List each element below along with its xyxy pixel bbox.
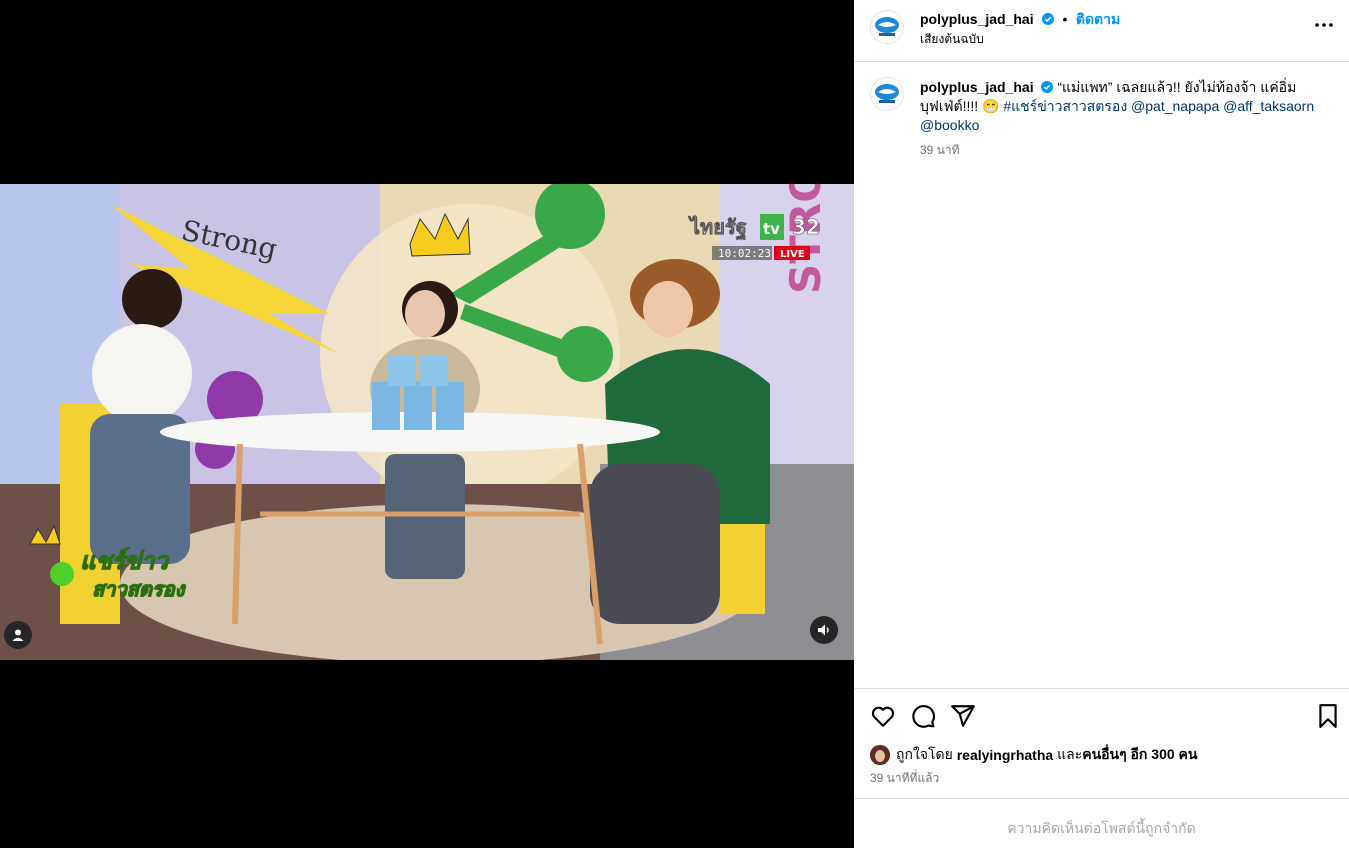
tagged-users-button[interactable]: [4, 621, 32, 649]
mention-link[interactable]: @bookko: [920, 117, 979, 133]
video-player[interactable]: Strong STRON ไทยรัฐ tv 32 10:02:23 LIVE …: [0, 184, 854, 660]
polyplus-logo-icon: [875, 17, 899, 36]
post-panel: polyplus_jad_hai • ติดตาม เสียงต้นฉบับ p…: [854, 0, 1349, 848]
caption-username[interactable]: polyplus_jad_hai: [920, 79, 1034, 95]
liked-by-and: และ: [1057, 746, 1083, 762]
like-heart-icon[interactable]: [870, 703, 896, 729]
verified-badge-icon: [1042, 13, 1055, 25]
comment-icon[interactable]: [910, 703, 936, 729]
separator-dot: •: [1062, 11, 1068, 27]
comments-limited-notice: ความคิดเห็นต่อโพสต์นี้ถูกจำกัด: [854, 798, 1349, 849]
author-avatar[interactable]: [870, 10, 904, 44]
verified-badge-icon: [1041, 81, 1054, 93]
liker-avatar[interactable]: [870, 745, 890, 765]
save-bookmark-icon[interactable]: [1315, 703, 1341, 729]
wall-text-2: STRON: [781, 184, 830, 294]
liker-avatar-image: [870, 745, 890, 765]
more-options-icon[interactable]: [1313, 14, 1335, 36]
caption-avatar[interactable]: [870, 77, 904, 111]
polyplus-logo-icon: [875, 84, 899, 103]
share-send-icon[interactable]: [950, 703, 976, 729]
caption-time[interactable]: 39 นาที: [920, 141, 1320, 160]
user-icon: [12, 629, 24, 641]
post-timestamp[interactable]: 39 นาทีที่แล้ว: [870, 769, 939, 788]
follow-button[interactable]: ติดตาม: [1076, 11, 1120, 27]
mention-link[interactable]: @aff_taksaorn: [1223, 98, 1314, 114]
post-caption: polyplus_jad_hai “แม่แพท” เฉลยแล้ว!! ยัง…: [920, 78, 1320, 160]
liked-by: ถูกใจโดย realyingrhatha และ คนอื่นๆ อีก …: [870, 744, 1197, 766]
video-frame: Strong STRON ไทยรัฐ tv 32 10:02:23 LIVE …: [0, 184, 854, 660]
hashtag-link[interactable]: #แชร์ข่าวสาวสตรอง: [1003, 98, 1127, 114]
liked-by-user[interactable]: realyingrhatha: [957, 747, 1053, 763]
speaker-icon: [818, 624, 829, 636]
author-username[interactable]: polyplus_jad_hai: [920, 11, 1034, 27]
audio-label[interactable]: เสียงต้นฉบับ: [920, 30, 984, 49]
mention-link[interactable]: @pat_napapa: [1131, 98, 1219, 114]
action-bar: ถูกใจโดย realyingrhatha และ คนอื่นๆ อีก …: [854, 688, 1349, 799]
media-viewer: Strong STRON ไทยรัฐ tv 32 10:02:23 LIVE …: [0, 0, 854, 848]
channel-tv: tv: [763, 220, 780, 238]
liked-by-prefix: ถูกใจโดย: [896, 746, 953, 762]
live-badge: LIVE: [780, 249, 805, 260]
show-title-line1: แชร์ข่าว: [80, 547, 170, 575]
show-title-line2: สาวสตรอง: [92, 577, 187, 601]
channel-name: ไทยรัฐ: [688, 215, 747, 241]
broadcast-clock: 10:02:23: [718, 247, 771, 260]
liked-by-count[interactable]: คนอื่นๆ อีก 300 คน: [1082, 744, 1197, 766]
post-header: polyplus_jad_hai • ติดตาม เสียงต้นฉบับ: [854, 0, 1349, 62]
channel-number: 32: [792, 215, 820, 239]
mute-button[interactable]: [810, 616, 838, 644]
